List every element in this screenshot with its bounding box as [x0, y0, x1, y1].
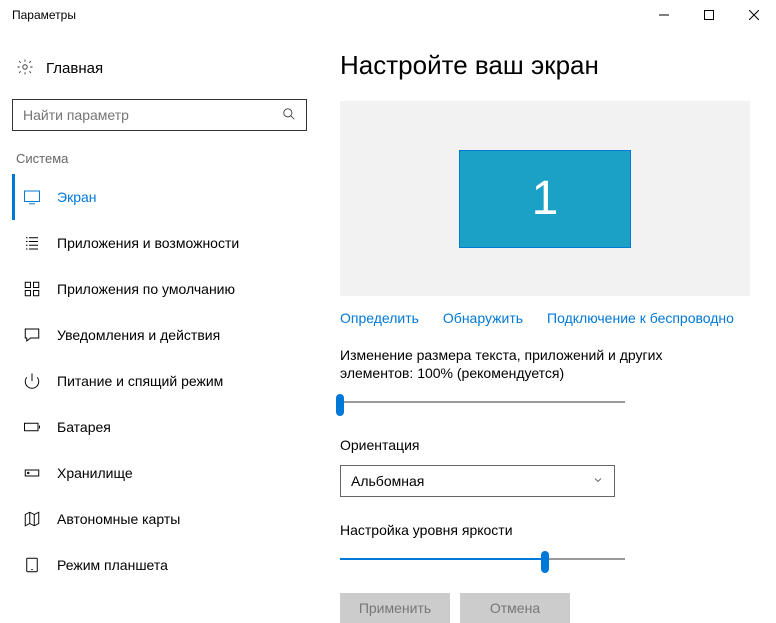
- maximize-button[interactable]: [686, 0, 731, 30]
- grid-icon: [23, 280, 41, 298]
- nav-item-apps[interactable]: Приложения и возможности: [12, 220, 320, 266]
- battery-icon: [23, 418, 41, 436]
- nav-item-power[interactable]: Питание и спящий режим: [12, 358, 320, 404]
- scale-label: Изменение размера текста, приложений и д…: [340, 346, 700, 382]
- slider-thumb[interactable]: [336, 394, 344, 416]
- chevron-down-icon: [592, 473, 604, 489]
- slider-track: [340, 401, 625, 403]
- nav-label: Приложения по умолчанию: [57, 281, 235, 297]
- nav-item-display[interactable]: Экран: [12, 174, 320, 220]
- close-button[interactable]: [731, 0, 776, 30]
- identify-link[interactable]: Определить: [340, 310, 419, 326]
- nav-item-default-apps[interactable]: Приложения по умолчанию: [12, 266, 320, 312]
- monitor-1[interactable]: 1: [459, 150, 631, 248]
- category-heading: Система: [16, 151, 320, 166]
- nav-label: Автономные карты: [57, 511, 180, 527]
- cancel-button[interactable]: Отмена: [460, 593, 570, 623]
- search-input[interactable]: [23, 107, 282, 123]
- apply-button[interactable]: Применить: [340, 593, 450, 623]
- nav-label: Хранилище: [57, 465, 133, 481]
- nav-label: Уведомления и действия: [57, 327, 220, 343]
- brightness-label: Настройка уровня яркости: [340, 521, 700, 539]
- window-controls: [641, 0, 776, 30]
- nav-label: Батарея: [57, 419, 111, 435]
- search-box[interactable]: [12, 99, 307, 131]
- tablet-icon: [23, 556, 41, 574]
- nav-item-storage[interactable]: Хранилище: [12, 450, 320, 496]
- display-preview: 1: [340, 101, 750, 296]
- gear-icon: [16, 58, 34, 79]
- slider-thumb[interactable]: [541, 551, 549, 573]
- storage-icon: [23, 464, 41, 482]
- power-icon: [23, 372, 41, 390]
- window-title: Параметры: [12, 8, 641, 22]
- home-link[interactable]: Главная: [12, 50, 320, 87]
- nav-label: Режим планшета: [57, 557, 168, 573]
- nav-label: Приложения и возможности: [57, 235, 239, 251]
- display-actions: Определить Обнаружить Подключение к бесп…: [340, 310, 756, 326]
- list-icon: [23, 234, 41, 252]
- nav-item-notifications[interactable]: Уведомления и действия: [12, 312, 320, 358]
- chat-icon: [23, 326, 41, 344]
- scale-slider[interactable]: [340, 392, 625, 412]
- brightness-slider[interactable]: [340, 549, 625, 569]
- display-icon: [23, 188, 41, 206]
- nav-item-battery[interactable]: Батарея: [12, 404, 320, 450]
- wireless-link[interactable]: Подключение к беспроводно: [547, 310, 734, 326]
- map-icon: [23, 510, 41, 528]
- detect-link[interactable]: Обнаружить: [443, 310, 523, 326]
- title-bar: Параметры: [0, 0, 776, 30]
- page-heading: Настройте ваш экран: [340, 50, 756, 81]
- button-row: Применить Отмена: [340, 593, 756, 623]
- search-icon: [282, 107, 296, 124]
- nav-item-tablet[interactable]: Режим планшета: [12, 542, 320, 588]
- nav-label: Питание и спящий режим: [57, 373, 223, 389]
- nav-item-maps[interactable]: Автономные карты: [12, 496, 320, 542]
- sidebar: Главная Система Экран Приложения и возмо…: [0, 30, 320, 614]
- orientation-label: Ориентация: [340, 436, 700, 454]
- main-panel: Настройте ваш экран 1 Определить Обнаруж…: [320, 30, 776, 614]
- slider-fill: [340, 558, 545, 560]
- orientation-select[interactable]: Альбомная: [340, 465, 615, 497]
- home-label: Главная: [46, 60, 103, 77]
- orientation-value: Альбомная: [351, 473, 424, 489]
- minimize-button[interactable]: [641, 0, 686, 30]
- nav-label: Экран: [57, 189, 97, 205]
